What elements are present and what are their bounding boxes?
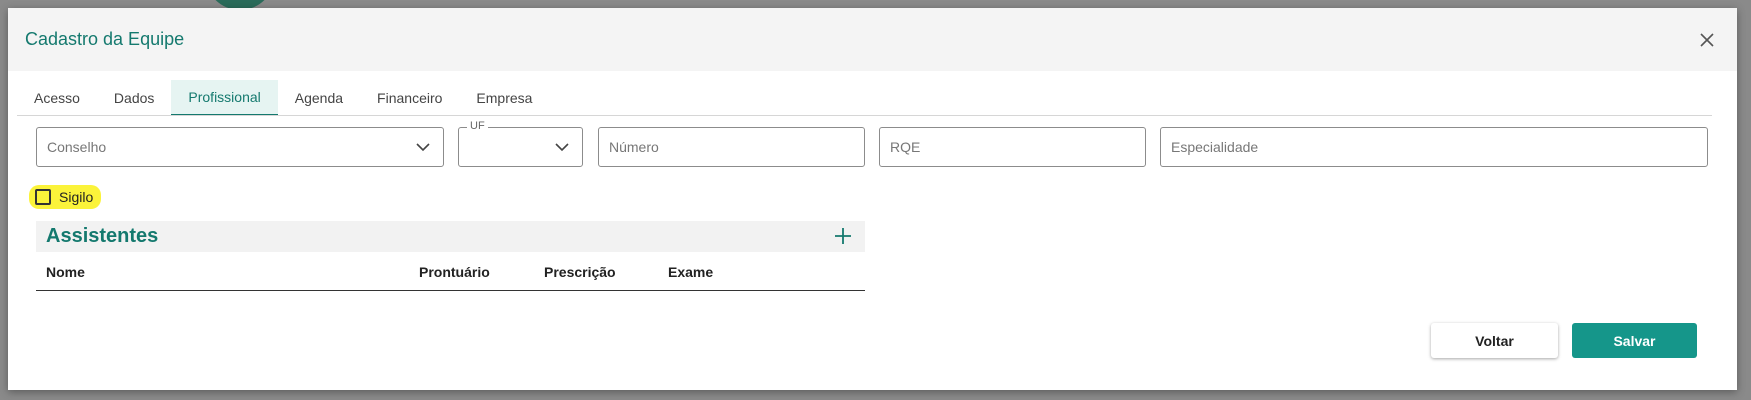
sigilo-checkbox[interactable] [35,189,51,205]
assistentes-title: Assistentes [46,225,159,247]
numero-placeholder: Número [609,139,659,155]
tab-agenda[interactable]: Agenda [278,80,360,116]
column-exame: Exame [668,264,714,280]
modal-header: Cadastro da Equipe [8,8,1737,71]
column-prontuario: Prontuário [419,264,490,280]
assistentes-header: Assistentes [36,221,865,252]
tab-bar: Acesso Dados Profissional Agenda Finance… [17,80,549,116]
plus-icon[interactable] [831,223,855,251]
rqe-input[interactable]: RQE [879,127,1146,167]
voltar-button[interactable]: Voltar [1431,323,1558,358]
tabs-divider [17,115,1712,116]
conselho-placeholder: Conselho [47,139,107,155]
conselho-select[interactable]: Conselho [36,127,444,167]
sigilo-label: Sigilo [59,189,94,205]
modal-title: Cadastro da Equipe [25,29,185,49]
rqe-placeholder: RQE [890,139,921,155]
especialidade-placeholder: Especialidade [1171,139,1259,155]
column-nome: Nome [46,264,85,280]
tab-acesso[interactable]: Acesso [17,80,97,116]
tab-financeiro[interactable]: Financeiro [360,80,459,116]
uf-select[interactable]: UF [458,120,583,167]
close-icon[interactable] [1695,28,1719,52]
especialidade-input[interactable]: Especialidade [1160,127,1708,167]
sigilo-checkbox-row[interactable]: Sigilo [29,185,102,209]
column-prescricao: Prescrição [544,264,616,280]
tab-dados[interactable]: Dados [97,80,171,116]
assistentes-table-header: Nome Prontuário Prescrição Exame [36,255,865,291]
uf-label: UF [467,120,488,132]
tab-empresa[interactable]: Empresa [459,80,549,116]
tab-profissional[interactable]: Profissional [171,80,278,116]
chevron-down-icon [415,139,431,155]
chevron-down-icon [554,139,570,155]
salvar-button[interactable]: Salvar [1572,323,1697,358]
numero-input[interactable]: Número [598,127,865,167]
